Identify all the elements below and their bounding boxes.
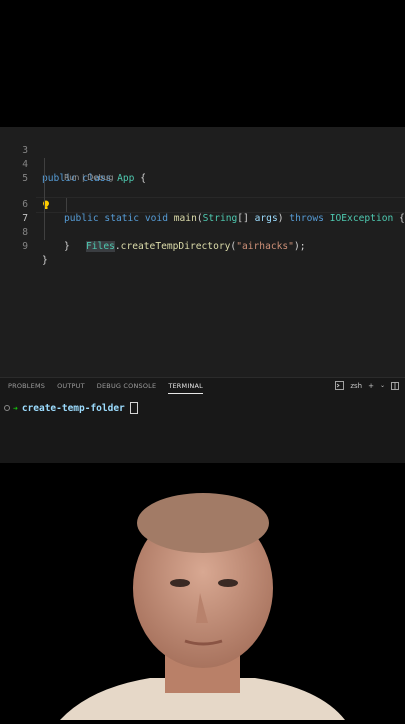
- terminal-prompt[interactable]: ➜ create-temp-folder: [4, 402, 138, 414]
- code-line[interactable]: 8 }: [0, 212, 405, 252]
- presenter-face-image: [60, 493, 345, 720]
- line-number: 9: [22, 241, 28, 252]
- code-line[interactable]: 3: [0, 130, 405, 156]
- panel-tabs: PROBLEMS OUTPUT DEBUG CONSOLE TERMINAL: [8, 382, 203, 394]
- code-line[interactable]: 4 public class App {: [0, 144, 405, 184]
- arrow-icon: ➜: [13, 403, 18, 413]
- tab-output[interactable]: OUTPUT: [57, 382, 85, 394]
- bottom-panel: PROBLEMS OUTPUT DEBUG CONSOLE TERMINAL z…: [0, 377, 405, 464]
- prompt-directory: create-temp-folder: [21, 402, 125, 414]
- tab-problems[interactable]: PROBLEMS: [8, 382, 45, 394]
- add-terminal-icon[interactable]: +: [368, 382, 374, 390]
- tab-terminal[interactable]: TERMINAL: [168, 382, 203, 394]
- code-editor[interactable]: 3 4 public class App { 5 Run | Debug 6 p…: [0, 127, 405, 377]
- code-line-active[interactable]: 7 Files.createTempDirectory("airhacks");: [0, 198, 405, 252]
- chevron-down-icon[interactable]: ⌄: [380, 382, 385, 389]
- indent-guide: [66, 198, 67, 212]
- circle-icon: [4, 405, 10, 411]
- tab-debug-console[interactable]: DEBUG CONSOLE: [97, 382, 157, 394]
- terminal-icon: [335, 381, 345, 390]
- shell-name[interactable]: zsh: [350, 382, 362, 390]
- code-line[interactable]: 6 public static void main(String[] args)…: [0, 184, 405, 224]
- codelens-run-debug[interactable]: Run | Debug: [64, 173, 113, 182]
- presenter-video: [0, 463, 405, 720]
- indent-guide: [44, 158, 45, 240]
- code-line[interactable]: 5: [0, 158, 405, 184]
- code-line[interactable]: 9 }: [0, 226, 405, 266]
- split-terminal-icon[interactable]: [391, 381, 399, 390]
- terminal-cursor: [129, 402, 138, 414]
- panel-toolbar: zsh + ⌄: [335, 381, 399, 390]
